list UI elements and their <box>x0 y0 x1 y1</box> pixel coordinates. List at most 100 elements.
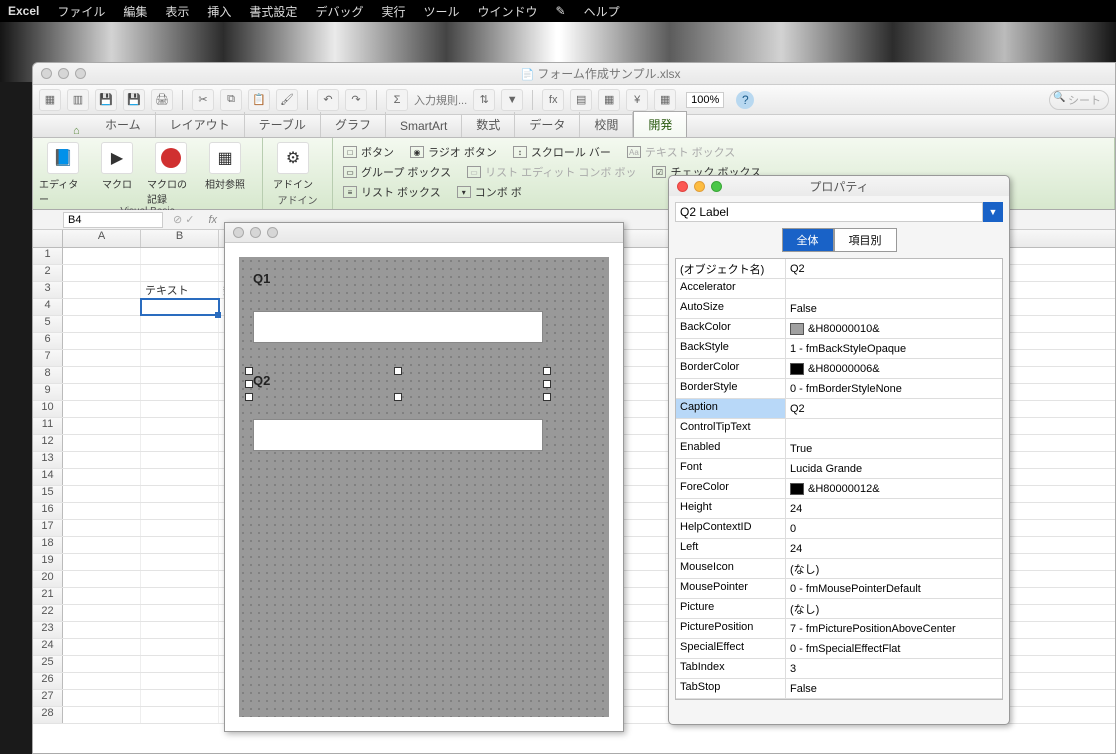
cell-A6[interactable] <box>63 333 141 349</box>
prop-value[interactable]: 0 - fmSpecialEffectFlat <box>786 639 1002 658</box>
cell-A8[interactable] <box>63 367 141 383</box>
menu-view[interactable]: 表示 <box>165 3 189 20</box>
copy-icon[interactable]: ⧉ <box>220 89 242 111</box>
prop-row[interactable]: (オブジェクト名)Q2 <box>676 259 1002 279</box>
cell-A10[interactable] <box>63 401 141 417</box>
q2-label-selected[interactable]: Q2 <box>249 371 547 397</box>
sum-icon[interactable]: Σ <box>386 89 408 111</box>
row-header[interactable]: 23 <box>33 622 63 638</box>
undo-icon[interactable]: ↶ <box>317 89 339 111</box>
cell-A20[interactable] <box>63 571 141 587</box>
prop-value[interactable]: 24 <box>786 499 1002 518</box>
prop-value[interactable]: (なし) <box>786 599 1002 618</box>
prop-row[interactable]: BorderColor&H80000006& <box>676 359 1002 379</box>
cell-A25[interactable] <box>63 656 141 672</box>
row-header[interactable]: 27 <box>33 690 63 706</box>
cell-A19[interactable] <box>63 554 141 570</box>
prop-row[interactable]: Height24 <box>676 499 1002 519</box>
prop-value[interactable]: 7 - fmPicturePositionAboveCenter <box>786 619 1002 638</box>
row-header[interactable]: 25 <box>33 656 63 672</box>
cell-B10[interactable] <box>141 401 219 417</box>
row-header[interactable]: 14 <box>33 469 63 485</box>
menu-debug[interactable]: デバッグ <box>315 3 363 20</box>
prop-value[interactable]: False <box>786 299 1002 318</box>
cell-A27[interactable] <box>63 690 141 706</box>
tab-data[interactable]: データ <box>515 112 580 137</box>
row-header[interactable]: 24 <box>33 639 63 655</box>
cell-B22[interactable] <box>141 605 219 621</box>
cell-B19[interactable] <box>141 554 219 570</box>
row-header[interactable]: 13 <box>33 452 63 468</box>
formctl-combo[interactable]: ▾コンボ ボ <box>457 184 522 200</box>
prop-row[interactable]: HelpContextID0 <box>676 519 1002 539</box>
tab-table[interactable]: テーブル <box>245 112 321 137</box>
cell-B3[interactable]: テキスト <box>141 282 219 298</box>
prop-value[interactable]: 0 <box>786 519 1002 538</box>
row-header[interactable]: 17 <box>33 520 63 536</box>
tab-chart[interactable]: グラフ <box>321 112 386 137</box>
cell-A26[interactable] <box>63 673 141 689</box>
prop-row[interactable]: ControlTipText <box>676 419 1002 439</box>
editor-button[interactable]: 📘エディター <box>39 142 87 206</box>
save2-icon[interactable]: 💾 <box>123 89 145 111</box>
row-header[interactable]: 6 <box>33 333 63 349</box>
print-icon[interactable]: 🖨 <box>151 89 173 111</box>
cell-A22[interactable] <box>63 605 141 621</box>
prop-row[interactable]: CaptionQ2 <box>676 399 1002 419</box>
menubar[interactable]: Excel ファイル 編集 表示 挿入 書式設定 デバッグ 実行 ツール ウイン… <box>0 0 1116 22</box>
cell-A12[interactable] <box>63 435 141 451</box>
name-box[interactable]: B4 <box>63 212 163 228</box>
cell-B20[interactable] <box>141 571 219 587</box>
properties-table[interactable]: (オブジェクト名)Q2AcceleratorAutoSizeFalseBackC… <box>675 258 1003 700</box>
prop-row[interactable]: AutoSizeFalse <box>676 299 1002 319</box>
row-header[interactable]: 1 <box>33 248 63 264</box>
row-header[interactable]: 26 <box>33 673 63 689</box>
cell-B16[interactable] <box>141 503 219 519</box>
object-name-input[interactable] <box>675 202 983 222</box>
cell-B7[interactable] <box>141 350 219 366</box>
prop-value[interactable]: Lucida Grande <box>786 459 1002 478</box>
cell-A5[interactable] <box>63 316 141 332</box>
formctl-radio[interactable]: ◉ラジオ ボタン <box>410 144 497 160</box>
tab-developer[interactable]: 開発 <box>633 111 687 137</box>
prop-row[interactable]: Picture(なし) <box>676 599 1002 619</box>
prop-row[interactable]: BorderStyle0 - fmBorderStyleNone <box>676 379 1002 399</box>
prop-value[interactable]: 3 <box>786 659 1002 678</box>
prop-row[interactable]: PicturePosition7 - fmPicturePositionAbov… <box>676 619 1002 639</box>
cell-A24[interactable] <box>63 639 141 655</box>
prop-value[interactable]: 24 <box>786 539 1002 558</box>
cell-B5[interactable] <box>141 316 219 332</box>
row-header[interactable]: 10 <box>33 401 63 417</box>
addin-button[interactable]: ⚙アドイン <box>269 142 317 191</box>
prop-row[interactable]: EnabledTrue <box>676 439 1002 459</box>
cell-A7[interactable] <box>63 350 141 366</box>
tab-home[interactable]: ホーム <box>91 112 156 137</box>
row-header[interactable]: 2 <box>33 265 63 281</box>
formctl-listbox[interactable]: ≡リスト ボックス <box>343 184 441 200</box>
grid-icon[interactable]: ▦ <box>598 89 620 111</box>
fx-icon[interactable]: fx <box>542 89 564 111</box>
props-titlebar[interactable]: プロパティ <box>669 176 1009 196</box>
row-header[interactable]: 21 <box>33 588 63 604</box>
cell-A4[interactable] <box>63 299 141 315</box>
cell-A2[interactable] <box>63 265 141 281</box>
prop-value[interactable]: True <box>786 439 1002 458</box>
menu-format[interactable]: 書式設定 <box>249 3 297 20</box>
cell-A17[interactable] <box>63 520 141 536</box>
cell-A11[interactable] <box>63 418 141 434</box>
cell-A28[interactable] <box>63 707 141 723</box>
prop-value[interactable]: &H80000010& <box>786 319 1002 338</box>
col-A[interactable]: A <box>63 230 141 247</box>
menu-help[interactable]: ヘルプ <box>584 3 620 20</box>
designer-titlebar[interactable] <box>225 223 623 243</box>
prop-row[interactable]: BackStyle1 - fmBackStyleOpaque <box>676 339 1002 359</box>
cell-A18[interactable] <box>63 537 141 553</box>
redo-icon[interactable]: ↷ <box>345 89 367 111</box>
prop-value[interactable] <box>786 419 1002 438</box>
window-controls[interactable] <box>41 68 86 79</box>
prop-row[interactable]: ForeColor&H80000012& <box>676 479 1002 499</box>
open-icon[interactable]: ▥ <box>67 89 89 111</box>
cell-B21[interactable] <box>141 588 219 604</box>
menu-file[interactable]: ファイル <box>57 3 105 20</box>
row-header[interactable]: 15 <box>33 486 63 502</box>
